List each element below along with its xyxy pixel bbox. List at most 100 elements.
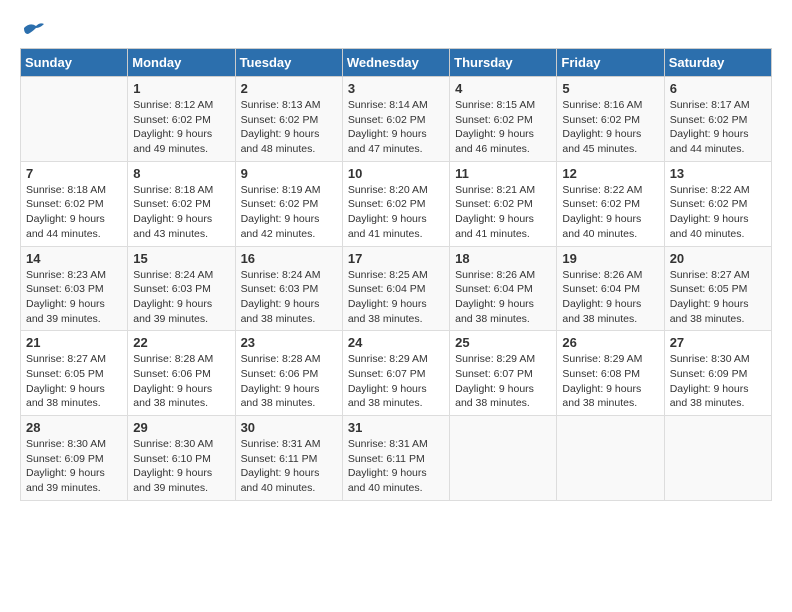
day-info: Sunrise: 8:29 AM Sunset: 6:07 PM Dayligh…	[455, 352, 551, 411]
day-number: 18	[455, 251, 551, 266]
calendar-cell: 15Sunrise: 8:24 AM Sunset: 6:03 PM Dayli…	[128, 246, 235, 331]
column-header-tuesday: Tuesday	[235, 49, 342, 77]
calendar-cell: 7 Sunrise: 8:18 AM Sunset: 6:02 PM Daylig…	[21, 161, 128, 246]
calendar-cell: 4 Sunrise: 8:15 AM Sunset: 6:02 PM Daylig…	[450, 77, 557, 162]
day-number: 14	[26, 251, 122, 266]
day-info: Sunrise: 8:16 AM Sunset: 6:02 PM Dayligh…	[562, 98, 658, 157]
day-info: Sunrise: 8:30 AM Sunset: 6:09 PM Dayligh…	[26, 437, 122, 496]
day-info: Sunrise: 8:29 AM Sunset: 6:08 PM Dayligh…	[562, 352, 658, 411]
calendar-cell: 19 Sunrise: 8:26 AM Sunset: 6:04 PM Dayli…	[557, 246, 664, 331]
day-number: 16	[241, 251, 337, 266]
calendar-cell: 10 Sunrise: 8:20 AM Sunset: 6:02 PM Dayli…	[342, 161, 449, 246]
calendar-cell: 3 Sunrise: 8:14 AM Sunset: 6:02 PM Daylig…	[342, 77, 449, 162]
day-info: Sunrise: 8:31 AM Sunset: 6:11 PM Dayligh…	[241, 437, 337, 496]
calendar-cell	[450, 416, 557, 501]
day-number: 13	[670, 166, 766, 181]
calendar-cell: 1Sunrise: 8:12 AM Sunset: 6:02 PM Daylig…	[128, 77, 235, 162]
day-number: 2	[241, 81, 337, 96]
day-info: Sunrise: 8:28 AM Sunset: 6:06 PM Dayligh…	[241, 352, 337, 411]
day-number: 21	[26, 335, 122, 350]
day-number: 22	[133, 335, 229, 350]
day-number: 7	[26, 166, 122, 181]
logo-bird-icon	[22, 20, 44, 38]
day-number: 5	[562, 81, 658, 96]
day-number: 31	[348, 420, 444, 435]
day-number: 4	[455, 81, 551, 96]
day-number: 28	[26, 420, 122, 435]
calendar-cell: 26 Sunrise: 8:29 AM Sunset: 6:08 PM Dayli…	[557, 331, 664, 416]
calendar-cell: 20 Sunrise: 8:27 AM Sunset: 6:05 PM Dayli…	[664, 246, 771, 331]
calendar-cell: 16 Sunrise: 8:24 AM Sunset: 6:03 PM Dayli…	[235, 246, 342, 331]
day-number: 24	[348, 335, 444, 350]
calendar-cell: 2 Sunrise: 8:13 AM Sunset: 6:02 PM Daylig…	[235, 77, 342, 162]
day-number: 17	[348, 251, 444, 266]
calendar-cell: 14 Sunrise: 8:23 AM Sunset: 6:03 PM Dayli…	[21, 246, 128, 331]
day-number: 8	[133, 166, 229, 181]
calendar-cell: 5 Sunrise: 8:16 AM Sunset: 6:02 PM Daylig…	[557, 77, 664, 162]
calendar-cell: 17 Sunrise: 8:25 AM Sunset: 6:04 PM Dayli…	[342, 246, 449, 331]
calendar-cell: 27 Sunrise: 8:30 AM Sunset: 6:09 PM Dayli…	[664, 331, 771, 416]
column-header-sunday: Sunday	[21, 49, 128, 77]
day-info: Sunrise: 8:13 AM Sunset: 6:02 PM Dayligh…	[241, 98, 337, 157]
day-number: 27	[670, 335, 766, 350]
column-header-friday: Friday	[557, 49, 664, 77]
day-info: Sunrise: 8:17 AM Sunset: 6:02 PM Dayligh…	[670, 98, 766, 157]
day-number: 11	[455, 166, 551, 181]
calendar-cell: 25 Sunrise: 8:29 AM Sunset: 6:07 PM Dayli…	[450, 331, 557, 416]
column-header-wednesday: Wednesday	[342, 49, 449, 77]
day-number: 23	[241, 335, 337, 350]
day-info: Sunrise: 8:19 AM Sunset: 6:02 PM Dayligh…	[241, 183, 337, 242]
day-number: 30	[241, 420, 337, 435]
calendar-cell: 24Sunrise: 8:29 AM Sunset: 6:07 PM Dayli…	[342, 331, 449, 416]
header-row: SundayMondayTuesdayWednesdayThursdayFrid…	[21, 49, 772, 77]
day-number: 19	[562, 251, 658, 266]
day-number: 10	[348, 166, 444, 181]
calendar-cell: 22 Sunrise: 8:28 AM Sunset: 6:06 PM Dayli…	[128, 331, 235, 416]
day-info: Sunrise: 8:24 AM Sunset: 6:03 PM Dayligh…	[133, 268, 229, 327]
day-number: 9	[241, 166, 337, 181]
day-info: Sunrise: 8:15 AM Sunset: 6:02 PM Dayligh…	[455, 98, 551, 157]
day-number: 29	[133, 420, 229, 435]
calendar-cell: 23 Sunrise: 8:28 AM Sunset: 6:06 PM Dayli…	[235, 331, 342, 416]
week-row-3: 14 Sunrise: 8:23 AM Sunset: 6:03 PM Dayli…	[21, 246, 772, 331]
day-number: 12	[562, 166, 658, 181]
calendar-cell: 8 Sunrise: 8:18 AM Sunset: 6:02 PM Daylig…	[128, 161, 235, 246]
day-number: 20	[670, 251, 766, 266]
calendar-cell: 18Sunrise: 8:26 AM Sunset: 6:04 PM Dayli…	[450, 246, 557, 331]
day-info: Sunrise: 8:23 AM Sunset: 6:03 PM Dayligh…	[26, 268, 122, 327]
week-row-5: 28 Sunrise: 8:30 AM Sunset: 6:09 PM Dayli…	[21, 416, 772, 501]
day-info: Sunrise: 8:12 AM Sunset: 6:02 PM Dayligh…	[133, 98, 229, 157]
day-number: 26	[562, 335, 658, 350]
column-header-thursday: Thursday	[450, 49, 557, 77]
week-row-1: 1Sunrise: 8:12 AM Sunset: 6:02 PM Daylig…	[21, 77, 772, 162]
day-info: Sunrise: 8:18 AM Sunset: 6:02 PM Dayligh…	[26, 183, 122, 242]
day-info: Sunrise: 8:26 AM Sunset: 6:04 PM Dayligh…	[562, 268, 658, 327]
calendar-table: SundayMondayTuesdayWednesdayThursdayFrid…	[20, 48, 772, 501]
day-info: Sunrise: 8:27 AM Sunset: 6:05 PM Dayligh…	[670, 268, 766, 327]
calendar-cell	[21, 77, 128, 162]
week-row-4: 21Sunrise: 8:27 AM Sunset: 6:05 PM Dayli…	[21, 331, 772, 416]
day-info: Sunrise: 8:30 AM Sunset: 6:09 PM Dayligh…	[670, 352, 766, 411]
day-number: 3	[348, 81, 444, 96]
calendar-cell: 12 Sunrise: 8:22 AM Sunset: 6:02 PM Dayli…	[557, 161, 664, 246]
page-header	[20, 20, 772, 38]
day-info: Sunrise: 8:22 AM Sunset: 6:02 PM Dayligh…	[670, 183, 766, 242]
calendar-cell: 13 Sunrise: 8:22 AM Sunset: 6:02 PM Dayli…	[664, 161, 771, 246]
day-info: Sunrise: 8:14 AM Sunset: 6:02 PM Dayligh…	[348, 98, 444, 157]
day-info: Sunrise: 8:20 AM Sunset: 6:02 PM Dayligh…	[348, 183, 444, 242]
column-header-saturday: Saturday	[664, 49, 771, 77]
day-info: Sunrise: 8:25 AM Sunset: 6:04 PM Dayligh…	[348, 268, 444, 327]
calendar-cell: 11Sunrise: 8:21 AM Sunset: 6:02 PM Dayli…	[450, 161, 557, 246]
logo	[20, 20, 44, 38]
week-row-2: 7 Sunrise: 8:18 AM Sunset: 6:02 PM Daylig…	[21, 161, 772, 246]
day-info: Sunrise: 8:18 AM Sunset: 6:02 PM Dayligh…	[133, 183, 229, 242]
day-info: Sunrise: 8:22 AM Sunset: 6:02 PM Dayligh…	[562, 183, 658, 242]
day-info: Sunrise: 8:28 AM Sunset: 6:06 PM Dayligh…	[133, 352, 229, 411]
day-info: Sunrise: 8:30 AM Sunset: 6:10 PM Dayligh…	[133, 437, 229, 496]
calendar-cell	[664, 416, 771, 501]
day-number: 25	[455, 335, 551, 350]
calendar-cell: 21Sunrise: 8:27 AM Sunset: 6:05 PM Dayli…	[21, 331, 128, 416]
calendar-cell: 29 Sunrise: 8:30 AM Sunset: 6:10 PM Dayli…	[128, 416, 235, 501]
day-info: Sunrise: 8:24 AM Sunset: 6:03 PM Dayligh…	[241, 268, 337, 327]
calendar-cell: 6Sunrise: 8:17 AM Sunset: 6:02 PM Daylig…	[664, 77, 771, 162]
